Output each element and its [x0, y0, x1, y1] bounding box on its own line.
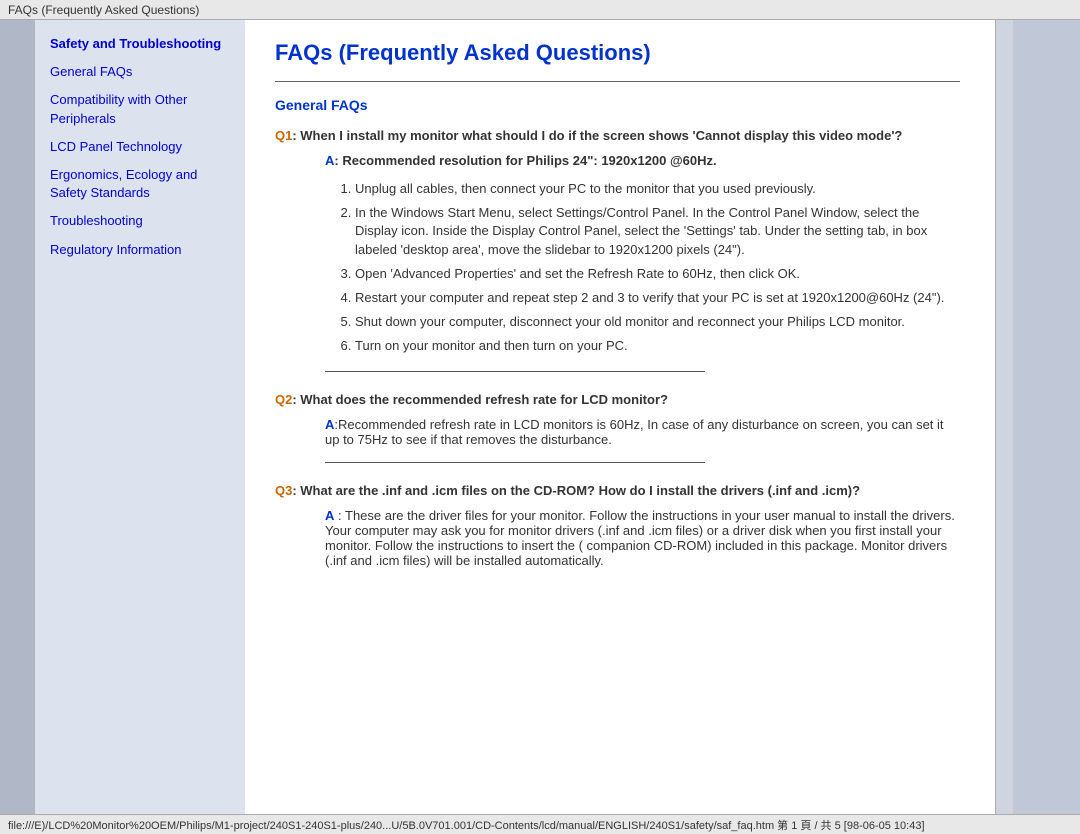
- top-divider: [275, 81, 960, 82]
- q3-label: Q3: [275, 483, 292, 498]
- q2-text: : What does the recommended refresh rate…: [292, 392, 668, 407]
- question-1-block: Q1: When I install my monitor what shoul…: [275, 128, 960, 143]
- content-area: FAQs (Frequently Asked Questions) Genera…: [245, 20, 995, 814]
- question-3-block: Q3: What are the .inf and .icm files on …: [275, 483, 960, 498]
- divider-2: [325, 462, 705, 463]
- sidebar-item-safety[interactable]: Safety and Troubleshooting: [50, 35, 235, 53]
- a1-heading-text: : Recommended resolution for Philips 24"…: [334, 153, 716, 168]
- a2-label: A: [325, 417, 334, 432]
- title-bar: FAQs (Frequently Asked Questions): [0, 0, 1080, 20]
- page-title: FAQs (Frequently Asked Questions): [275, 40, 960, 66]
- step-1: Unplug all cables, then connect your PC …: [355, 180, 960, 198]
- step-6: Turn on your monitor and then turn on yo…: [355, 337, 960, 355]
- a1-label: A: [325, 153, 334, 168]
- status-text: file:///E)/LCD%20Monitor%20OEM/Philips/M…: [8, 817, 925, 833]
- q1-text: : When I install my monitor what should …: [292, 128, 902, 143]
- right-chrome: [995, 20, 1080, 814]
- step-5: Shut down your computer, disconnect your…: [355, 313, 960, 331]
- sidebar: Safety and Troubleshooting General FAQs …: [35, 20, 245, 814]
- sidebar-item-lcd-panel[interactable]: LCD Panel Technology: [50, 138, 235, 156]
- sidebar-item-compatibility[interactable]: Compatibility with Other Peripherals: [50, 91, 235, 127]
- step-2: In the Windows Start Menu, select Settin…: [355, 204, 960, 259]
- step-3: Open 'Advanced Properties' and set the R…: [355, 265, 960, 283]
- divider-1: [325, 371, 705, 372]
- scrollbar[interactable]: [995, 20, 1013, 814]
- sidebar-item-general-faqs[interactable]: General FAQs: [50, 63, 235, 81]
- a2-text: :Recommended refresh rate in LCD monitor…: [325, 417, 944, 447]
- title-bar-text: FAQs (Frequently Asked Questions): [8, 3, 199, 17]
- sidebar-item-ergonomics[interactable]: Ergonomics, Ecology and Safety Standards: [50, 166, 235, 202]
- question-2: Q2: What does the recommended refresh ra…: [275, 392, 960, 407]
- left-chrome: [0, 20, 35, 814]
- q2-label: Q2: [275, 392, 292, 407]
- question-2-block: Q2: What does the recommended refresh ra…: [275, 392, 960, 407]
- q1-label: Q1: [275, 128, 292, 143]
- main-area: Safety and Troubleshooting General FAQs …: [0, 20, 1080, 814]
- a3-text: : These are the driver files for your mo…: [325, 508, 955, 568]
- answer-3: A : These are the driver files for your …: [325, 508, 960, 568]
- question-3: Q3: What are the .inf and .icm files on …: [275, 483, 960, 498]
- question-1: Q1: When I install my monitor what shoul…: [275, 128, 960, 143]
- answer-1-heading: A: Recommended resolution for Philips 24…: [325, 153, 960, 168]
- step-4: Restart your computer and repeat step 2 …: [355, 289, 960, 307]
- answer-1-steps: Unplug all cables, then connect your PC …: [355, 180, 960, 356]
- q3-text: : What are the .inf and .icm files on th…: [292, 483, 860, 498]
- section-heading: General FAQs: [275, 97, 960, 113]
- a3-label: A: [325, 508, 334, 523]
- sidebar-item-regulatory[interactable]: Regulatory Information: [50, 241, 235, 259]
- sidebar-item-troubleshooting[interactable]: Troubleshooting: [50, 212, 235, 230]
- answer-2: A:Recommended refresh rate in LCD monito…: [325, 417, 960, 447]
- status-bar: file:///E)/LCD%20Monitor%20OEM/Philips/M…: [0, 814, 1080, 834]
